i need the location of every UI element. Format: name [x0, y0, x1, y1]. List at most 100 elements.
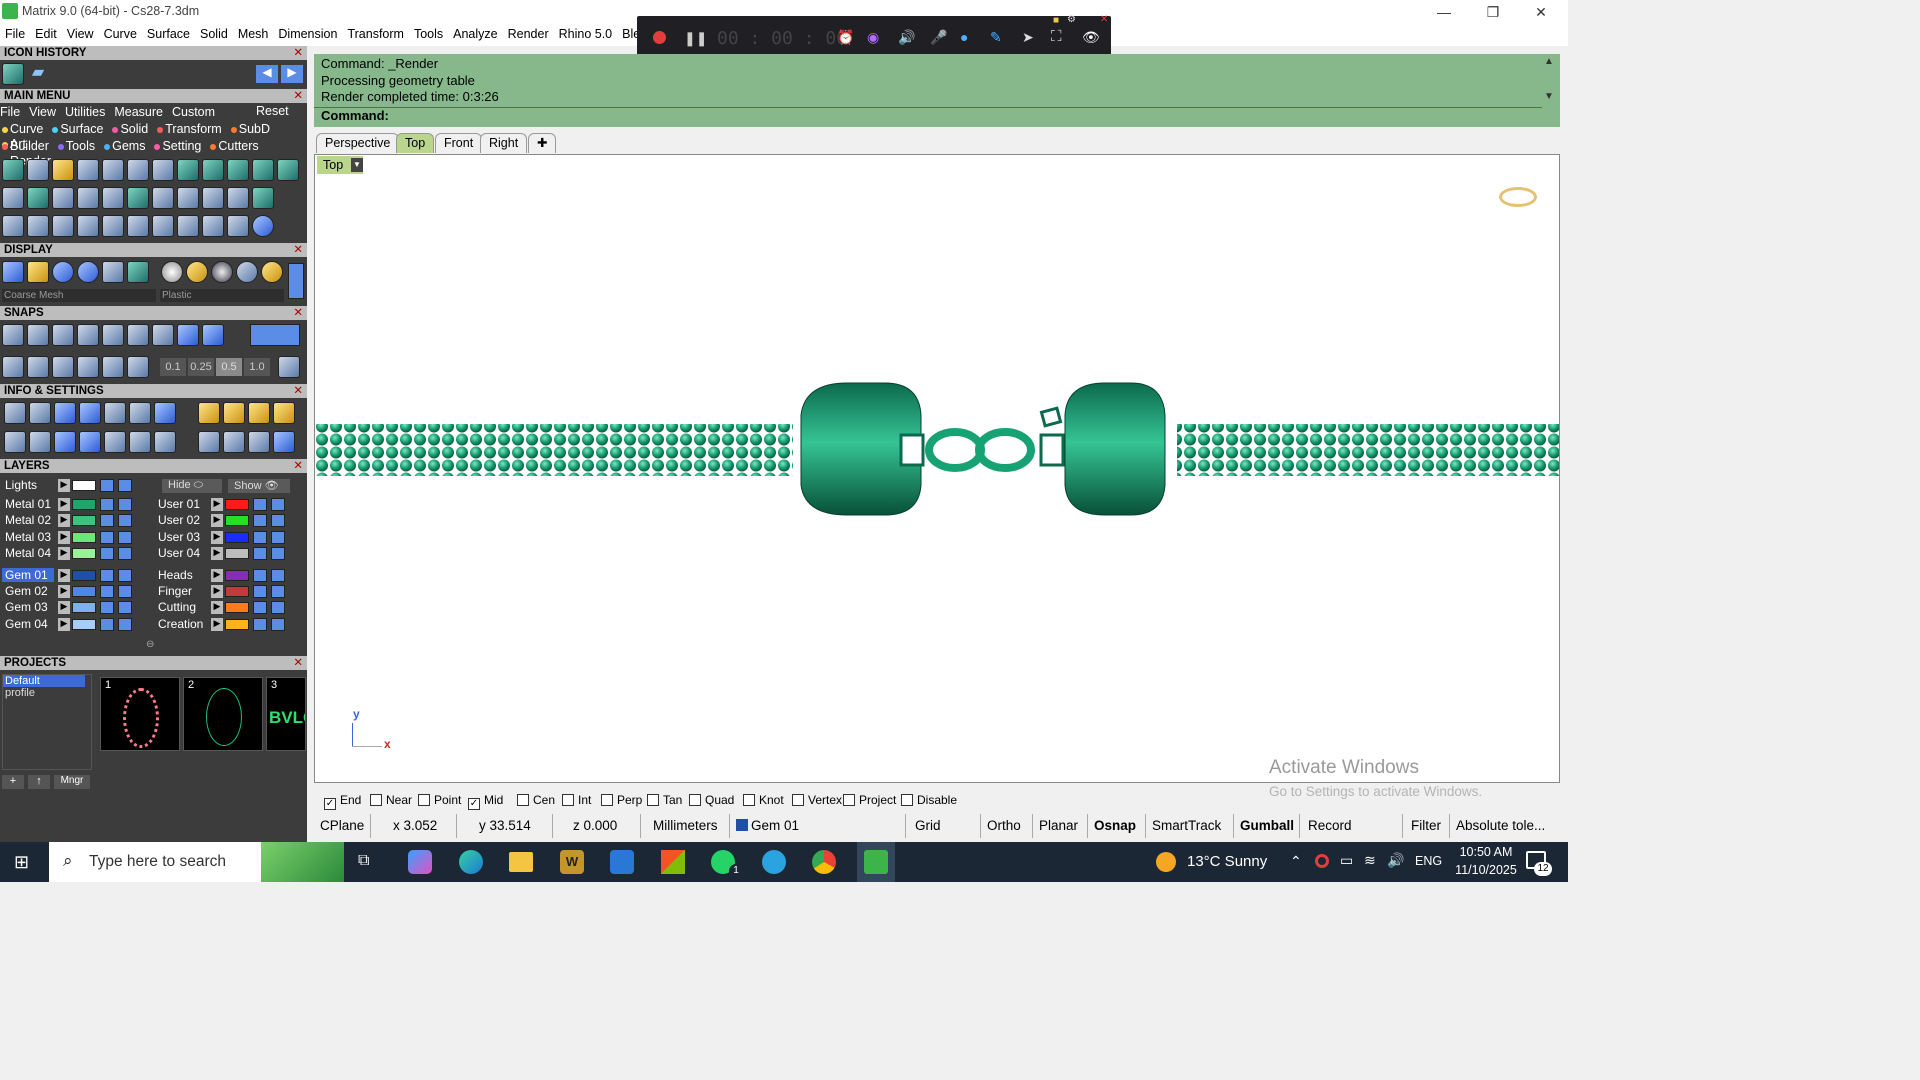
record-icon[interactable] [653, 31, 666, 44]
minimize-button[interactable]: — [1421, 0, 1467, 24]
layer-visible-icon[interactable] [271, 585, 285, 598]
tool-icon[interactable] [102, 159, 124, 181]
units-label[interactable]: Millimeters [641, 814, 730, 838]
osnap-mid[interactable]: ✓ Mid [468, 793, 503, 810]
tab-right[interactable]: Right [480, 133, 528, 153]
checkbox-icon[interactable] [843, 794, 855, 806]
checkbox-icon[interactable] [647, 794, 659, 806]
restore-button[interactable]: ❐ [1470, 0, 1516, 24]
recorder-tray-icon[interactable] [1315, 854, 1329, 868]
pause-icon[interactable]: ❚❚ [684, 30, 707, 47]
layer-color-swatch[interactable] [72, 515, 96, 527]
tool-icon[interactable] [29, 431, 51, 453]
mm-category-solid[interactable]: Solid [112, 122, 148, 136]
checkbox-icon[interactable] [601, 794, 613, 806]
layer-lock-icon[interactable] [253, 547, 267, 561]
tool-icon[interactable] [152, 215, 174, 237]
layer-color-swatch[interactable] [72, 569, 96, 581]
tool-icon[interactable] [223, 431, 245, 453]
viewport-top[interactable]: Top ▼ y x Activate Windows Go to Setting… [314, 154, 1560, 799]
tool-icon[interactable] [277, 159, 299, 181]
osnap-tan[interactable]: Tan [647, 793, 682, 807]
clock-time[interactable]: 10:50 AM [1454, 845, 1518, 859]
layer-row[interactable]: Gem 03 ▶ [2, 600, 152, 615]
expand-arrow-icon[interactable]: ▶ [58, 479, 70, 492]
circle-icon[interactable] [252, 215, 274, 237]
dark-sphere-icon[interactable] [211, 261, 233, 283]
snap-value[interactable]: 0.1 [160, 358, 186, 376]
collapse-handle-icon[interactable]: ⊖ [146, 639, 154, 650]
menu-transform[interactable]: Transform [342, 24, 409, 41]
battery-icon[interactable]: ▭ [1340, 852, 1353, 869]
tool-icon[interactable] [248, 431, 270, 453]
grid-snap-icon[interactable] [278, 356, 300, 378]
layer-lock-icon[interactable] [100, 547, 114, 561]
tool-icon[interactable] [4, 431, 26, 453]
filter-toggle[interactable]: Filter [1403, 814, 1450, 838]
tab-top[interactable]: Top [396, 133, 435, 153]
layer-color-swatch[interactable] [225, 515, 249, 527]
speaker-icon[interactable]: 🔊 [898, 29, 915, 46]
checkbox-icon[interactable] [743, 794, 755, 806]
tool-icon[interactable] [77, 215, 99, 237]
osnap-project[interactable]: Project [843, 793, 896, 807]
tool-icon[interactable] [102, 187, 124, 209]
close-icon[interactable]: ✕ [293, 656, 303, 670]
gumball-toggle[interactable]: Gumball [1234, 814, 1300, 838]
weather-text[interactable]: 13°C Sunny [1187, 853, 1267, 870]
menu-render[interactable]: Render [503, 24, 554, 41]
cplane-label[interactable]: CPlane [314, 814, 371, 838]
tool-icon[interactable] [2, 159, 24, 181]
layer-lock-icon[interactable] [100, 617, 114, 631]
edge-icon[interactable] [459, 850, 483, 874]
record-history-toggle[interactable]: Record History [1300, 814, 1403, 857]
eye-icon[interactable]: 👁 [1082, 29, 1100, 46]
layer-lock-icon[interactable] [253, 514, 267, 528]
layer-visible-icon[interactable] [271, 617, 285, 631]
telegram-icon[interactable] [762, 850, 786, 874]
folder-open-icon[interactable]: ▰ [27, 63, 49, 85]
layer-color-swatch[interactable] [225, 586, 249, 597]
layer-visible-icon[interactable] [271, 568, 285, 582]
show-button[interactable]: Show 👁 [228, 479, 290, 493]
project-item[interactable]: Default [3, 675, 85, 687]
checkbox-icon[interactable] [792, 794, 804, 806]
expand-arrow-icon[interactable]: ▶ [58, 617, 70, 631]
layer-row[interactable]: User 04 ▶ [155, 546, 305, 561]
ghosted-icon[interactable] [77, 261, 99, 283]
add-tab-icon[interactable]: ✚ [528, 133, 556, 153]
tool-icon[interactable] [202, 215, 224, 237]
close-icon[interactable]: ✕ [293, 306, 303, 320]
planar-toggle[interactable]: Planar [1033, 814, 1088, 838]
manager-button[interactable]: Mngr [54, 775, 90, 789]
checkbox-icon[interactable] [370, 794, 382, 806]
mm-custom-link[interactable]: Custom [172, 105, 215, 119]
layer-color-swatch[interactable] [72, 480, 96, 491]
mm-file-link[interactable]: File [0, 105, 20, 119]
expand-arrow-icon[interactable]: ▶ [211, 601, 223, 615]
layer-lock-icon[interactable] [100, 601, 114, 615]
tool-icon[interactable] [223, 402, 245, 424]
move-icon[interactable] [102, 215, 124, 237]
tool-icon[interactable] [52, 159, 74, 181]
layer-visible-icon[interactable] [271, 601, 285, 615]
layer-row[interactable]: User 03 ▶ [155, 530, 305, 545]
add-project-icon[interactable]: + [2, 775, 24, 789]
menu-surface[interactable]: Surface [142, 24, 195, 41]
menu-dimension[interactable]: Dimension [273, 24, 342, 41]
shaded-icon[interactable] [27, 261, 49, 283]
smarttrack-toggle[interactable]: SmartTrack [1146, 814, 1234, 838]
mm-utilities-link[interactable]: Utilities [65, 105, 105, 119]
project-thumbnail-1[interactable]: 1 [100, 677, 180, 751]
expand-arrow-icon[interactable]: ▶ [211, 514, 223, 528]
mm-category-gems[interactable]: Gems [104, 139, 145, 153]
chevron-down-icon[interactable]: ▼ [351, 158, 363, 172]
grid-snap-toggle[interactable]: Grid Snap [906, 814, 981, 857]
layer-visible-icon[interactable] [118, 530, 132, 544]
expand-arrow-icon[interactable]: ▶ [58, 601, 70, 615]
forward-arrow-icon[interactable]: ▶ [281, 65, 303, 83]
expand-arrow-icon[interactable]: ▶ [211, 585, 223, 598]
material-sphere-icon[interactable] [161, 261, 183, 283]
menu-analyze[interactable]: Analyze [448, 24, 502, 41]
layer-lock-icon[interactable] [253, 601, 267, 615]
